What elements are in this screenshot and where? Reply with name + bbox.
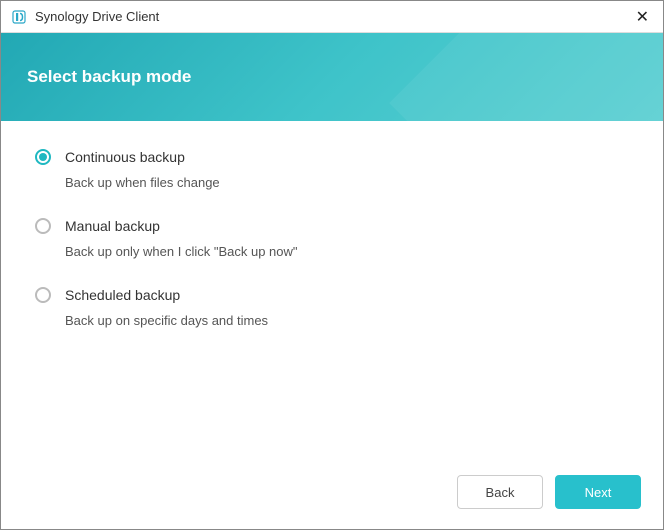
app-icon [11, 9, 27, 25]
back-button[interactable]: Back [457, 475, 543, 509]
next-button[interactable]: Next [555, 475, 641, 509]
option-manual-backup: Manual backup Back up only when I click … [35, 218, 629, 259]
radio-icon [35, 218, 51, 234]
radio-scheduled-backup[interactable]: Scheduled backup [35, 287, 629, 303]
option-continuous-backup: Continuous backup Back up when files cha… [35, 149, 629, 190]
titlebar: Synology Drive Client ✕ [1, 1, 663, 33]
radio-continuous-backup[interactable]: Continuous backup [35, 149, 629, 165]
header-banner: Select backup mode [1, 33, 663, 121]
close-icon[interactable]: ✕ [632, 7, 653, 27]
option-label: Scheduled backup [65, 287, 180, 303]
radio-icon [35, 287, 51, 303]
window-title: Synology Drive Client [35, 9, 159, 24]
option-label: Manual backup [65, 218, 160, 234]
page-title: Select backup mode [27, 67, 191, 87]
footer: Back Next [1, 459, 663, 529]
content-area: Continuous backup Back up when files cha… [1, 121, 663, 459]
option-description: Back up when files change [65, 175, 629, 190]
option-description: Back up on specific days and times [65, 313, 629, 328]
option-description: Back up only when I click "Back up now" [65, 244, 629, 259]
option-scheduled-backup: Scheduled backup Back up on specific day… [35, 287, 629, 328]
radio-manual-backup[interactable]: Manual backup [35, 218, 629, 234]
app-window: Synology Drive Client ✕ Select backup mo… [0, 0, 664, 530]
radio-icon [35, 149, 51, 165]
option-label: Continuous backup [65, 149, 185, 165]
